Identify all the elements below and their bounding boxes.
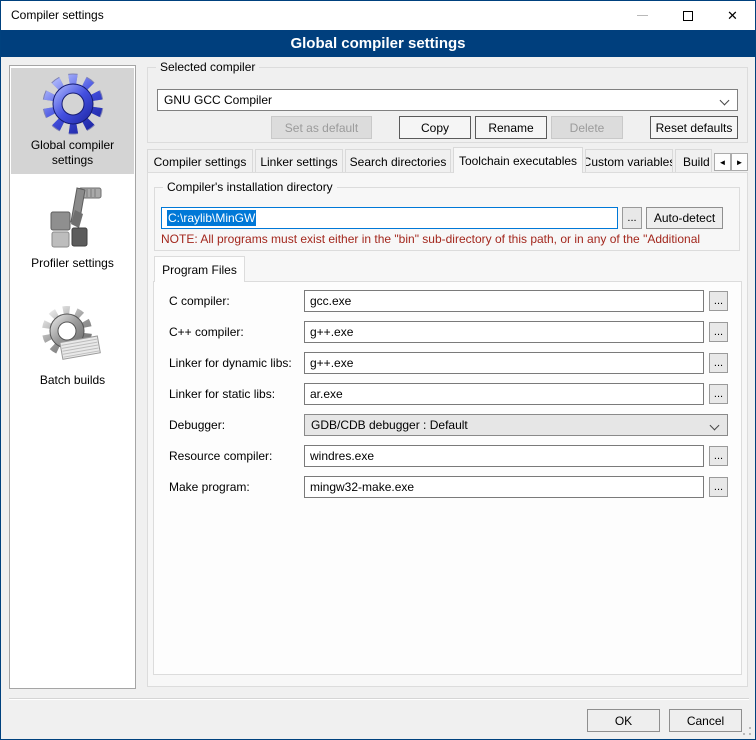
cancel-label: Cancel xyxy=(687,714,724,728)
make-program-value: mingw32-make.exe xyxy=(310,480,414,494)
sidebar-item-profiler-settings[interactable]: Profiler settings xyxy=(11,184,134,271)
field-label-linker-dynamic: Linker for dynamic libs: xyxy=(169,356,301,370)
resource-compiler-browse-button[interactable]: ... xyxy=(709,446,728,466)
maximize-icon xyxy=(683,11,693,21)
ok-button[interactable]: OK xyxy=(587,709,660,732)
title-bar[interactable]: Compiler settings ✕ xyxy=(1,1,755,30)
tab-label: Search directories xyxy=(350,155,447,169)
banner-title: Global compiler settings xyxy=(290,35,465,52)
cpp-compiler-input[interactable]: g++.exe xyxy=(304,321,704,343)
field-label-linker-static: Linker for static libs: xyxy=(169,387,301,401)
tab-label: Compiler settings xyxy=(154,155,247,169)
set-as-default-button[interactable]: Set as default xyxy=(271,116,372,139)
delete-button[interactable]: Delete xyxy=(551,116,623,139)
field-label-resource-compiler: Resource compiler: xyxy=(169,449,301,463)
rename-button[interactable]: Rename xyxy=(475,116,547,139)
debugger-value: GDB/CDB debugger : Default xyxy=(311,418,468,432)
installation-directory-value: C:\raylib\MinGW xyxy=(167,210,256,226)
installation-directory-input[interactable]: C:\raylib\MinGW xyxy=(161,207,618,229)
close-button[interactable]: ✕ xyxy=(710,1,755,30)
installation-directory-note: NOTE: All programs must exist either in … xyxy=(161,232,739,246)
cancel-button[interactable]: Cancel xyxy=(669,709,742,732)
make-program-input[interactable]: mingw32-make.exe xyxy=(304,476,704,498)
copy-button[interactable]: Copy xyxy=(399,116,471,139)
cpp-compiler-browse-button[interactable]: ... xyxy=(709,322,728,342)
set-as-default-label: Set as default xyxy=(285,121,358,135)
tab-label: Custom variables xyxy=(585,155,673,169)
installation-directory-group-label: Compiler's installation directory xyxy=(163,180,337,194)
linker-static-browse-button[interactable]: ... xyxy=(709,384,728,404)
close-icon: ✕ xyxy=(727,9,738,22)
sidebar-item-label: Profiler settings xyxy=(11,254,134,271)
linker-static-input[interactable]: ar.exe xyxy=(304,383,704,405)
chevron-down-icon xyxy=(710,421,720,431)
sidebar-item-global-compiler-settings[interactable]: Global compiler settings xyxy=(11,68,134,174)
gray-gear-papers-icon xyxy=(41,301,105,371)
cpp-compiler-value: g++.exe xyxy=(310,325,353,339)
sidebar-item-label: Global compiler settings xyxy=(11,136,134,168)
field-label-debugger: Debugger: xyxy=(169,418,301,432)
ok-label: OK xyxy=(615,714,632,728)
window-controls: ✕ xyxy=(620,1,755,30)
chevron-down-icon xyxy=(720,96,730,106)
sidebar-item-label: Batch builds xyxy=(11,371,134,388)
copy-label: Copy xyxy=(421,121,449,135)
auto-detect-button[interactable]: Auto-detect xyxy=(646,207,723,229)
arrow-left-icon: ◄ xyxy=(719,158,727,167)
debugger-dropdown[interactable]: GDB/CDB debugger : Default xyxy=(304,414,728,436)
tab-custom-variables[interactable]: Custom variables xyxy=(585,149,673,173)
selected-compiler-group-label: Selected compiler xyxy=(156,60,259,74)
tab-label: Toolchain executables xyxy=(459,154,577,168)
tab-scroll-left-button[interactable]: ◄ xyxy=(714,153,731,171)
tab-toolchain-executables[interactable]: Toolchain executables xyxy=(453,147,583,173)
c-compiler-value: gcc.exe xyxy=(310,294,351,308)
field-label-cpp-compiler: C++ compiler: xyxy=(169,325,301,339)
tab-scroll-right-button[interactable]: ► xyxy=(731,153,748,171)
tab-search-directories[interactable]: Search directories xyxy=(345,149,451,173)
installation-directory-browse-button[interactable]: ... xyxy=(622,207,642,229)
blue-gear-icon xyxy=(41,72,105,136)
rename-label: Rename xyxy=(488,121,533,135)
linker-dynamic-value: g++.exe xyxy=(310,356,353,370)
tab-linker-settings[interactable]: Linker settings xyxy=(255,149,343,173)
tab-label: Linker settings xyxy=(260,155,337,169)
field-label-make-program: Make program: xyxy=(169,480,301,494)
linker-static-value: ar.exe xyxy=(310,387,343,401)
sidebar-item-batch-builds[interactable]: Batch builds xyxy=(11,301,134,388)
make-program-browse-button[interactable]: ... xyxy=(709,477,728,497)
minimize-button[interactable] xyxy=(620,1,665,30)
maximize-button[interactable] xyxy=(665,1,710,30)
resource-compiler-input[interactable]: windres.exe xyxy=(304,445,704,467)
caliper-measure-icon xyxy=(41,184,105,254)
resource-compiler-value: windres.exe xyxy=(310,449,374,463)
window-title: Compiler settings xyxy=(11,8,104,22)
linker-dynamic-input[interactable]: g++.exe xyxy=(304,352,704,374)
settings-category-list: Global compiler settings Profiler settin… xyxy=(9,65,136,689)
compiler-settings-dialog: Compiler settings ✕ Global compiler sett… xyxy=(0,0,756,740)
arrow-right-icon: ► xyxy=(736,158,744,167)
subtab-label: Program Files xyxy=(162,263,237,277)
reset-defaults-button[interactable]: Reset defaults xyxy=(650,116,738,139)
dialog-banner: Global compiler settings xyxy=(1,30,755,57)
auto-detect-label: Auto-detect xyxy=(654,211,715,225)
selected-compiler-dropdown[interactable]: GNU GCC Compiler xyxy=(157,89,738,111)
field-label-c-compiler: C compiler: xyxy=(169,294,301,308)
delete-label: Delete xyxy=(570,121,605,135)
minimize-icon xyxy=(637,15,648,16)
tab-label: Build options xyxy=(683,155,712,169)
resize-grip[interactable] xyxy=(743,727,751,735)
c-compiler-input[interactable]: gcc.exe xyxy=(304,290,704,312)
c-compiler-browse-button[interactable]: ... xyxy=(709,291,728,311)
tab-compiler-settings[interactable]: Compiler settings xyxy=(147,149,253,173)
linker-dynamic-browse-button[interactable]: ... xyxy=(709,353,728,373)
tab-build-options[interactable]: Build options xyxy=(675,149,712,173)
subtab-program-files[interactable]: Program Files xyxy=(154,256,245,282)
selected-compiler-value: GNU GCC Compiler xyxy=(164,93,272,107)
reset-defaults-label: Reset defaults xyxy=(656,121,733,135)
footer-separator xyxy=(9,698,749,700)
